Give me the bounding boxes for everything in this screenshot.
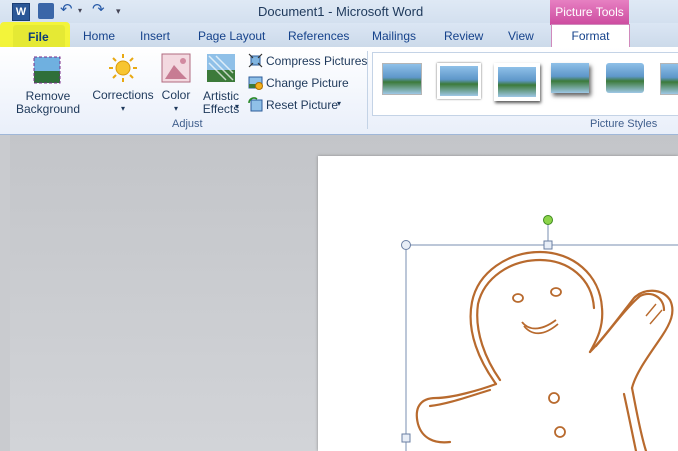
ribbon: Remove Background Corrections ▾ Color ▾ … bbox=[0, 47, 678, 135]
compress-pictures-button[interactable]: Compress Pictures bbox=[266, 54, 367, 68]
tab-insert[interactable]: Insert bbox=[140, 29, 170, 43]
remove-background-label-2: Background bbox=[15, 102, 81, 116]
corrections-label: Corrections bbox=[92, 88, 154, 102]
selected-picture[interactable] bbox=[400, 212, 678, 451]
compress-pictures-icon bbox=[248, 53, 263, 68]
corrections-dropdown-icon: ▾ bbox=[120, 104, 125, 113]
reset-picture-dropdown-icon[interactable]: ▾ bbox=[337, 99, 341, 108]
artistic-effects-dropdown-icon[interactable]: ▾ bbox=[235, 102, 239, 111]
picture-tools-header: Picture Tools bbox=[550, 0, 629, 25]
corrections-button[interactable]: Corrections ▾ bbox=[90, 89, 156, 115]
picture-style-6[interactable] bbox=[660, 63, 678, 95]
picture-style-3[interactable] bbox=[494, 63, 540, 101]
picture-style-5[interactable] bbox=[606, 63, 644, 93]
change-picture-icon bbox=[248, 76, 263, 90]
resize-handle-left[interactable] bbox=[401, 433, 411, 443]
rotate-handle[interactable] bbox=[543, 215, 553, 225]
customize-icon[interactable]: ▾ bbox=[116, 3, 132, 19]
window-title: Document1 - Microsoft Word bbox=[258, 4, 424, 19]
word-icon[interactable]: W bbox=[12, 3, 30, 21]
picture-style-4[interactable] bbox=[551, 63, 589, 93]
tab-view[interactable]: View bbox=[508, 29, 534, 43]
redo-icon[interactable]: ↷ bbox=[92, 2, 108, 19]
color-icon bbox=[161, 53, 191, 83]
tab-review[interactable]: Review bbox=[444, 29, 483, 43]
resize-handle-top-left[interactable] bbox=[401, 240, 411, 250]
picture-style-2[interactable] bbox=[437, 63, 481, 99]
picture-style-1[interactable] bbox=[382, 63, 422, 95]
reset-picture-button[interactable]: Reset Picture bbox=[266, 98, 338, 112]
color-label: Color bbox=[161, 88, 191, 102]
tab-references[interactable]: References bbox=[288, 29, 349, 43]
corrections-icon bbox=[109, 54, 137, 82]
remove-background-button[interactable]: Remove Background bbox=[12, 90, 84, 116]
tab-page-layout[interactable]: Page Layout bbox=[198, 29, 265, 43]
tab-format[interactable]: Format bbox=[551, 24, 630, 49]
tab-mailings[interactable]: Mailings bbox=[372, 29, 416, 43]
tab-home[interactable]: Home bbox=[83, 29, 115, 43]
color-button[interactable]: Color ▾ bbox=[158, 89, 194, 115]
undo-icon[interactable]: ↶ bbox=[60, 2, 76, 19]
save-icon[interactable] bbox=[38, 3, 54, 19]
tab-file[interactable]: File bbox=[28, 30, 49, 44]
remove-background-icon bbox=[33, 56, 61, 84]
resize-handle-top[interactable] bbox=[543, 240, 553, 250]
change-picture-button[interactable]: Change Picture bbox=[266, 76, 349, 90]
color-dropdown-icon: ▾ bbox=[173, 104, 178, 113]
reset-picture-icon bbox=[248, 97, 263, 112]
artistic-effects-icon bbox=[207, 54, 235, 82]
adjust-group-label: Adjust bbox=[172, 118, 203, 130]
picture-styles-group-label: Picture Styles bbox=[590, 118, 658, 130]
group-separator bbox=[367, 51, 368, 129]
